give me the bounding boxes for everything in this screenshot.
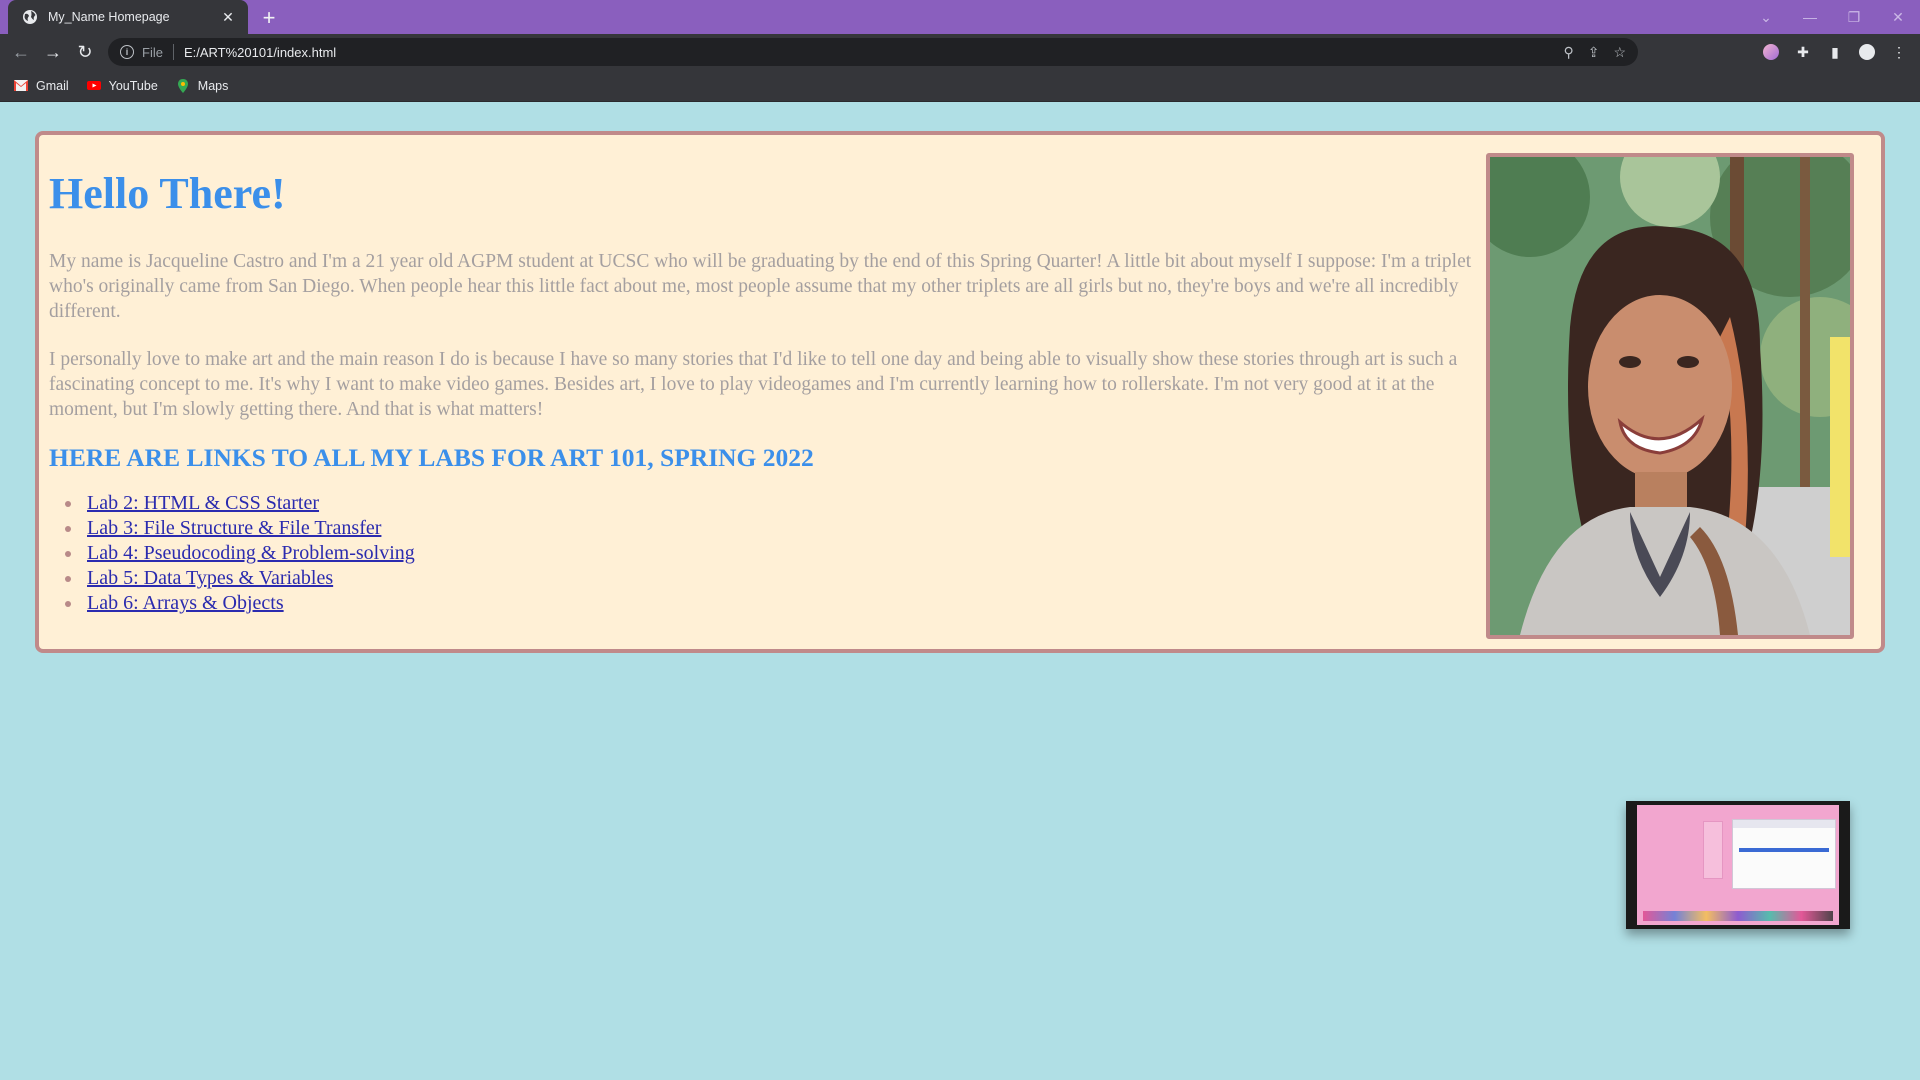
intro-text: Hello There! My name is Jacqueline Castr… — [49, 169, 1499, 616]
portrait-image — [1490, 157, 1850, 635]
profile-button[interactable] — [1856, 38, 1878, 66]
tab-search-icon[interactable]: ⌄ — [1744, 0, 1788, 34]
browser-tab[interactable]: My_Name Homepage ✕ — [8, 0, 248, 34]
thumbnail-selection — [1739, 848, 1829, 852]
thumbnail-dock — [1643, 911, 1833, 921]
toolbar-right: ✚ ▮ ⋮ — [1760, 38, 1910, 66]
url-scheme: File — [142, 44, 163, 60]
page-title: Hello There! — [49, 169, 286, 218]
bullet-icon — [65, 575, 71, 582]
youtube-icon — [86, 81, 101, 90]
bullet-icon — [65, 550, 71, 557]
bookmark-maps[interactable]: Maps — [176, 78, 229, 93]
thumbnail-screen — [1637, 805, 1839, 925]
reload-button[interactable]: ↻ — [70, 37, 100, 67]
thumbnail-sidebar — [1703, 821, 1723, 879]
url-separator — [172, 44, 174, 60]
forward-button[interactable]: → — [38, 37, 68, 67]
maps-icon — [177, 78, 188, 93]
arrow-right-icon: → — [44, 41, 62, 62]
lab-6-link[interactable]: Lab 6: Arrays & Objects — [87, 592, 284, 615]
back-button[interactable]: ← — [6, 37, 36, 67]
star-icon[interactable]: ☆ — [1613, 44, 1626, 61]
menu-button[interactable]: ⋮ — [1888, 38, 1910, 66]
screen-share-thumbnail[interactable] — [1626, 801, 1850, 929]
bookmark-label: Maps — [197, 78, 229, 93]
extensions-button[interactable]: ✚ — [1792, 38, 1814, 66]
browser-titlebar: My_Name Homepage ✕ + ⌄ — ❐ ✕ — [0, 0, 1920, 34]
bio-paragraph-1: My name is Jacqueline Castro and I'm a 2… — [49, 251, 1472, 322]
extension-profile-button[interactable] — [1760, 38, 1782, 66]
lab-2-link[interactable]: Lab 2: HTML & CSS Starter — [87, 492, 319, 515]
list-item: Lab 4: Pseudocoding & Problem-solving — [65, 541, 1499, 566]
list-item: Lab 3: File Structure & File Transfer — [65, 516, 1499, 541]
list-item: Lab 6: Arrays & Objects — [65, 591, 1499, 616]
restore-button[interactable]: ❐ — [1832, 0, 1876, 34]
zoom-icon[interactable]: ⚲ — [1563, 44, 1573, 61]
labs-heading: HERE ARE LINKS TO ALL MY LABS FOR ART 10… — [49, 443, 814, 472]
bullet-icon — [65, 600, 71, 607]
bookmark-label: YouTube — [108, 78, 158, 93]
side-panel-icon: ▮ — [1831, 43, 1839, 60]
arrow-left-icon: ← — [12, 41, 30, 62]
info-icon[interactable]: i — [120, 45, 134, 59]
bookmarks-bar: Gmail YouTube Maps — [0, 70, 1920, 102]
bio-paragraph-2: I personally love to make art and the ma… — [49, 349, 1458, 420]
labs-list: Lab 2: HTML & CSS Starter Lab 3: File St… — [49, 491, 1499, 616]
tab-title: My_Name Homepage — [48, 10, 170, 24]
close-window-button[interactable]: ✕ — [1876, 0, 1920, 34]
lab-5-link[interactable]: Lab 5: Data Types & Variables — [87, 567, 333, 590]
reload-icon: ↻ — [77, 41, 93, 62]
list-item: Lab 5: Data Types & Variables — [65, 566, 1499, 591]
url-text[interactable]: E:/ART%20101/index.html — [184, 45, 1563, 60]
browser-toolbar: ← → ↻ i File E:/ART%20101/index.html ⚲ ⇪… — [0, 34, 1920, 70]
bullet-icon — [65, 500, 71, 507]
kebab-menu-icon: ⋮ — [1892, 43, 1906, 60]
puzzle-icon: ✚ — [1797, 43, 1809, 60]
omnibox-actions: ⚲ ⇪ ☆ — [1563, 44, 1626, 61]
address-bar[interactable]: i File E:/ART%20101/index.html ⚲ ⇪ ☆ — [108, 38, 1638, 66]
intro-card: Hello There! My name is Jacqueline Castr… — [35, 131, 1885, 653]
globe-icon — [23, 10, 37, 24]
bookmark-gmail[interactable]: Gmail — [14, 79, 69, 93]
minimize-button[interactable]: — — [1788, 0, 1832, 34]
person-icon — [1859, 44, 1875, 60]
share-icon[interactable]: ⇪ — [1588, 44, 1600, 61]
thumbnail-window — [1732, 819, 1836, 889]
bookmark-youtube[interactable]: YouTube — [86, 78, 158, 93]
lab-4-link[interactable]: Lab 4: Pseudocoding & Problem-solving — [87, 542, 415, 565]
list-item: Lab 2: HTML & CSS Starter — [65, 491, 1499, 516]
bookmark-label: Gmail — [36, 78, 69, 93]
bullet-icon — [65, 525, 71, 532]
new-tab-button[interactable]: + — [256, 5, 282, 31]
profile-photo — [1486, 153, 1854, 639]
lab-3-link[interactable]: Lab 3: File Structure & File Transfer — [87, 517, 381, 540]
extension-avatar-icon — [1763, 44, 1779, 60]
thumbnail-window-bar — [1733, 820, 1835, 828]
page-viewport: Hello There! My name is Jacqueline Castr… — [0, 102, 1920, 1078]
close-tab-icon[interactable]: ✕ — [218, 7, 238, 27]
side-panel-button[interactable]: ▮ — [1824, 38, 1846, 66]
gmail-icon — [14, 80, 28, 91]
